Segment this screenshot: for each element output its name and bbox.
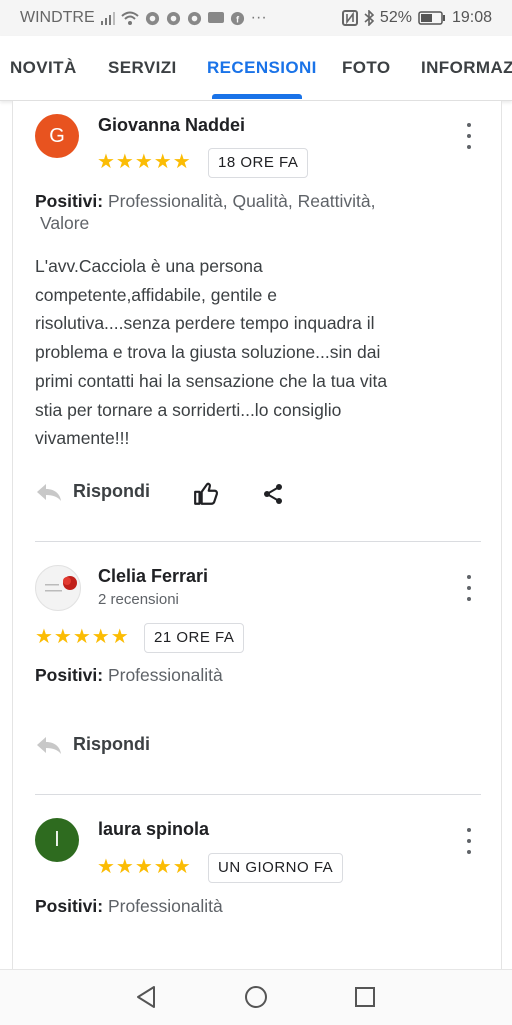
reply-button[interactable]: Rispondi <box>35 734 150 755</box>
review-text-line: primi contatti hai la sensazione che la … <box>35 370 388 391</box>
avatar[interactable] <box>35 565 81 611</box>
star-rating: ★★★★★ <box>35 626 130 648</box>
facebook-icon: f <box>230 11 244 25</box>
message-icon <box>207 11 224 23</box>
review-time-badge: 18 ORE FA <box>208 148 309 178</box>
reply-icon <box>37 736 61 754</box>
tab-informazioni[interactable]: INFORMAZI <box>421 58 512 78</box>
chrome-icon <box>187 11 201 25</box>
tab-recensioni[interactable]: RECENSIONI <box>207 58 317 78</box>
review-text-line: competente,affidabile, gentile e <box>35 284 277 305</box>
nfc-icon <box>341 10 358 26</box>
tab-novita[interactable]: NOVITÀ <box>10 58 77 78</box>
reply-label: Rispondi <box>73 734 150 754</box>
avatar[interactable]: l <box>35 818 79 862</box>
more-notifications-icon: ··· <box>250 9 267 26</box>
star-rating: ★★★★★ <box>97 856 192 878</box>
thumbs-up-icon[interactable] <box>193 481 219 507</box>
divider <box>35 541 481 542</box>
positives-section: Positivi: Professionalità <box>35 895 223 917</box>
tab-servizi[interactable]: SERVIZI <box>108 58 177 78</box>
positives-label: Positivi: <box>35 896 104 916</box>
review-text-line: L'avv.Cacciola è una persona <box>35 256 263 276</box>
divider <box>35 794 481 795</box>
reply-label: Rispondi <box>73 481 150 501</box>
positives-values: Professionalità <box>107 896 223 916</box>
reply-icon <box>37 483 61 501</box>
home-icon[interactable] <box>243 984 269 1010</box>
carrier-name: WINDTRE <box>20 9 95 26</box>
more-options-icon[interactable] <box>459 826 479 856</box>
avatar-rose-image <box>45 576 77 592</box>
positives-label: Positivi: <box>35 191 104 211</box>
more-options-icon[interactable] <box>459 573 479 603</box>
positives-values: Professionalità, Qualità, Reattività, <box>107 191 376 211</box>
review-text-line: problema e trova la giusta soluzione...s… <box>35 342 381 363</box>
review-text: L'avv.Cacciola è una persona competente,… <box>35 252 465 453</box>
chrome-icon <box>166 11 180 25</box>
recents-icon[interactable] <box>352 984 378 1010</box>
clock: 19:08 <box>451 9 492 26</box>
review-time-badge: UN GIORNO FA <box>208 853 344 883</box>
review-text-line: stia per tornare a sorriderti...lo consi… <box>35 399 342 420</box>
review-author[interactable]: laura spinola <box>98 819 209 840</box>
review-author[interactable]: Giovanna Naddei <box>98 115 245 136</box>
share-icon[interactable] <box>261 482 285 506</box>
bluetooth-icon <box>364 10 374 26</box>
positives-values-cont: Valore <box>40 213 90 233</box>
reviews-list[interactable]: G Giovanna Naddei ★★★★★ 18 ORE FA Positi… <box>12 101 502 969</box>
system-navigation-bar <box>0 969 512 1025</box>
review-actions: Rispondi <box>35 734 235 764</box>
review-text-line: risolutiva....senza perdere tempo inquad… <box>35 313 375 334</box>
review-author[interactable]: Clelia Ferrari <box>98 566 208 587</box>
more-options-icon[interactable] <box>459 121 479 151</box>
positives-section: Positivi: Professionalità <box>35 664 223 686</box>
author-review-count: 2 recensioni <box>98 591 179 608</box>
chrome-icon <box>145 11 159 25</box>
positives-values: Professionalità <box>107 665 223 685</box>
status-bar: WINDTRE f ··· 52% 19:08 <box>0 0 512 36</box>
tab-foto[interactable]: FOTO <box>342 58 391 78</box>
review-text-line: vivamente!!! <box>35 428 130 449</box>
review-time-badge: 21 ORE FA <box>144 623 245 653</box>
star-rating: ★★★★★ <box>97 151 192 173</box>
avatar[interactable]: G <box>35 114 79 158</box>
positives-label: Positivi: <box>35 665 104 685</box>
active-tab-indicator <box>212 94 302 99</box>
wifi-icon <box>120 11 139 25</box>
back-icon[interactable] <box>133 984 159 1010</box>
positives-section: Positivi: Professionalità, Qualità, Reat… <box>35 190 375 234</box>
review-actions: Rispondi <box>35 481 481 511</box>
signal-icon <box>100 12 115 25</box>
battery-percent: 52% <box>379 9 412 26</box>
battery-icon <box>418 11 445 25</box>
tab-bar: NOVITÀ SERVIZI RECENSIONI FOTO INFORMAZI <box>0 36 512 101</box>
reply-button[interactable]: Rispondi <box>35 481 150 502</box>
